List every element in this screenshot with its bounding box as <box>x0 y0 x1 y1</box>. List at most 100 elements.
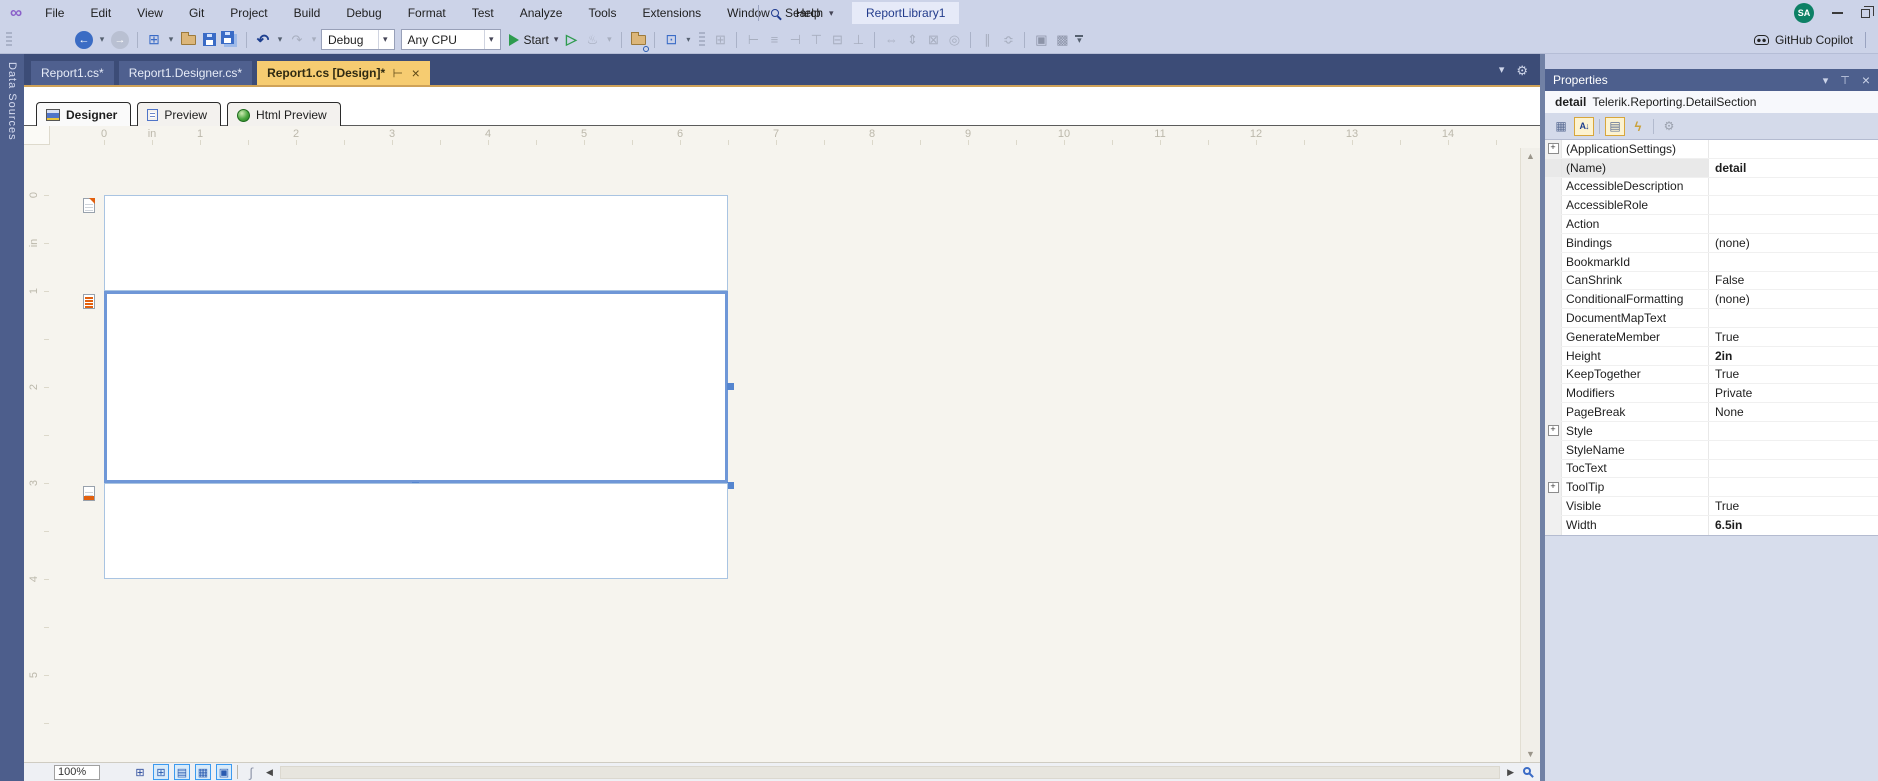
scroll-left-icon[interactable]: ◀ <box>263 767 276 778</box>
property-label[interactable]: PageBreak <box>1562 403 1708 421</box>
property-label[interactable]: DocumentMapText <box>1562 309 1708 327</box>
property-label[interactable]: CanShrink <box>1562 272 1708 290</box>
resize-handle-corner[interactable] <box>727 482 734 489</box>
snapline-style-icon[interactable]: ∫ <box>243 764 259 780</box>
save-icon[interactable] <box>201 31 217 49</box>
expand-icon[interactable] <box>1545 177 1562 196</box>
new-project-icon[interactable]: ⊞ <box>146 31 162 49</box>
property-label[interactable]: ToolTip <box>1562 478 1708 496</box>
menu-item[interactable]: Build <box>281 0 334 26</box>
expand-icon[interactable] <box>1545 290 1562 309</box>
property-row[interactable]: AccessibleDescription <box>1545 177 1878 197</box>
toolbar-separator[interactable] <box>1024 31 1026 48</box>
start-without-debugging-icon[interactable]: ▷ <box>563 31 579 49</box>
property-label[interactable]: KeepTogether <box>1562 366 1708 384</box>
menu-item[interactable]: Tools <box>575 0 629 26</box>
property-row[interactable]: AccessibleRole <box>1545 196 1878 216</box>
property-value[interactable] <box>1708 478 1878 497</box>
find-in-files-icon[interactable] <box>630 31 650 52</box>
snap-to-snaplines-icon[interactable]: ▦ <box>195 764 211 780</box>
property-label[interactable]: Modifiers <box>1562 384 1708 402</box>
property-value[interactable]: Private <box>1708 384 1878 403</box>
expand-icon[interactable] <box>1545 403 1562 421</box>
menu-item[interactable]: View <box>124 0 176 26</box>
pin-icon[interactable]: ⊤ <box>391 68 405 78</box>
expand-icon[interactable] <box>1545 478 1562 497</box>
toolbar-overflow-icon[interactable]: ▾ <box>1075 34 1084 45</box>
expand-icon[interactable] <box>1545 327 1562 346</box>
navigate-back-caret-icon[interactable]: ▾ <box>98 31 106 49</box>
show-grid-icon[interactable]: ⊞ <box>132 764 148 780</box>
property-row[interactable]: ToolTip <box>1545 478 1878 498</box>
property-value[interactable]: detail <box>1708 158 1878 177</box>
expand-icon[interactable] <box>1545 421 1562 440</box>
menu-item[interactable]: Git <box>176 0 217 26</box>
property-label[interactable]: Width <box>1562 516 1708 535</box>
property-row[interactable]: TocText <box>1545 459 1878 479</box>
property-value[interactable] <box>1708 196 1878 215</box>
property-row[interactable]: Width 6.5in <box>1545 515 1878 535</box>
property-row[interactable]: ConditionalFormatting (none) <box>1545 290 1878 310</box>
start-debugging-button[interactable]: Start ▾ <box>504 29 564 51</box>
bring-to-front-icon[interactable]: ▣ <box>1033 31 1049 49</box>
property-value[interactable]: (none) <box>1708 290 1878 309</box>
property-value[interactable]: 6.5in <box>1708 515 1878 535</box>
toolbar-grip[interactable] <box>6 31 12 48</box>
expand-icon[interactable] <box>1545 346 1562 365</box>
section-page-header[interactable] <box>83 195 728 291</box>
search-control[interactable]: Search ▾ <box>752 0 834 26</box>
alphabetical-sort-icon[interactable]: A↓ <box>1574 116 1594 136</box>
toolbar-separator[interactable] <box>621 31 623 48</box>
property-value[interactable]: True <box>1708 497 1878 515</box>
toolbar-separator[interactable] <box>970 31 972 48</box>
section-page-footer[interactable] <box>83 483 728 579</box>
property-row[interactable]: StyleName <box>1545 440 1878 460</box>
selection-mode-icon[interactable]: ▣ <box>216 764 232 780</box>
scroll-right-icon[interactable]: ▶ <box>1504 767 1517 778</box>
menu-item[interactable]: Project <box>217 0 280 26</box>
property-row[interactable]: DocumentMapText <box>1545 309 1878 328</box>
selected-object-dropdown[interactable]: detail Telerik.Reporting.DetailSection <box>1545 91 1878 113</box>
tab-list-dropdown-icon[interactable]: ▾ <box>1499 63 1505 79</box>
data-sources-side-tab[interactable]: Data Sources <box>0 54 24 781</box>
tab-preview[interactable]: Preview <box>137 102 222 126</box>
menu-item[interactable]: Analyze <box>507 0 576 26</box>
horizontal-scrollbar[interactable] <box>279 765 1501 779</box>
property-label[interactable]: AccessibleRole <box>1562 196 1708 214</box>
vertical-scrollbar[interactable]: ▲ ▼ <box>1520 148 1540 762</box>
menu-item[interactable]: Debug <box>333 0 394 26</box>
toolbar-separator[interactable] <box>736 31 738 48</box>
property-label[interactable]: Bindings <box>1562 234 1708 252</box>
property-row[interactable]: Action <box>1545 215 1878 234</box>
properties-page-icon[interactable]: ▤ <box>1605 116 1625 136</box>
props-toolbar-separator[interactable] <box>1653 118 1654 134</box>
new-project-caret-icon[interactable]: ▾ <box>167 31 175 49</box>
resize-handle-right[interactable] <box>727 383 734 390</box>
toolbar-separator[interactable] <box>874 31 876 48</box>
expand-icon[interactable] <box>1545 440 1562 459</box>
snap-to-grid-icon[interactable]: ⊞ <box>153 764 169 780</box>
minimize-button[interactable] <box>1832 12 1843 14</box>
property-row[interactable]: PageBreak None <box>1545 403 1878 422</box>
solution-name-badge[interactable]: ReportLibrary1 <box>852 2 960 24</box>
property-label[interactable]: Style <box>1562 422 1708 440</box>
section-icon[interactable] <box>83 198 95 213</box>
property-row[interactable]: BookmarkId <box>1545 252 1878 272</box>
expand-icon[interactable] <box>1545 515 1562 535</box>
property-row[interactable]: (Name) detail <box>1545 158 1878 178</box>
tab-designer[interactable]: Designer <box>36 102 132 126</box>
zoom-tool-icon[interactable] <box>1523 767 1531 775</box>
expand-icon[interactable] <box>1545 196 1562 215</box>
expand-icon[interactable] <box>1545 140 1562 158</box>
statusbar-separator[interactable] <box>237 765 238 779</box>
property-row[interactable]: KeepTogether True <box>1545 365 1878 385</box>
property-row[interactable]: Height 2in <box>1545 346 1878 366</box>
property-label[interactable]: Visible <box>1562 497 1708 515</box>
property-label[interactable]: Height <box>1562 347 1708 365</box>
send-to-back-icon[interactable]: ▩ <box>1054 31 1070 49</box>
property-value[interactable]: True <box>1708 365 1878 384</box>
expand-icon[interactable] <box>1545 215 1562 233</box>
property-value[interactable] <box>1708 309 1878 327</box>
expand-icon[interactable] <box>1545 497 1562 515</box>
property-row[interactable]: Style <box>1545 421 1878 441</box>
